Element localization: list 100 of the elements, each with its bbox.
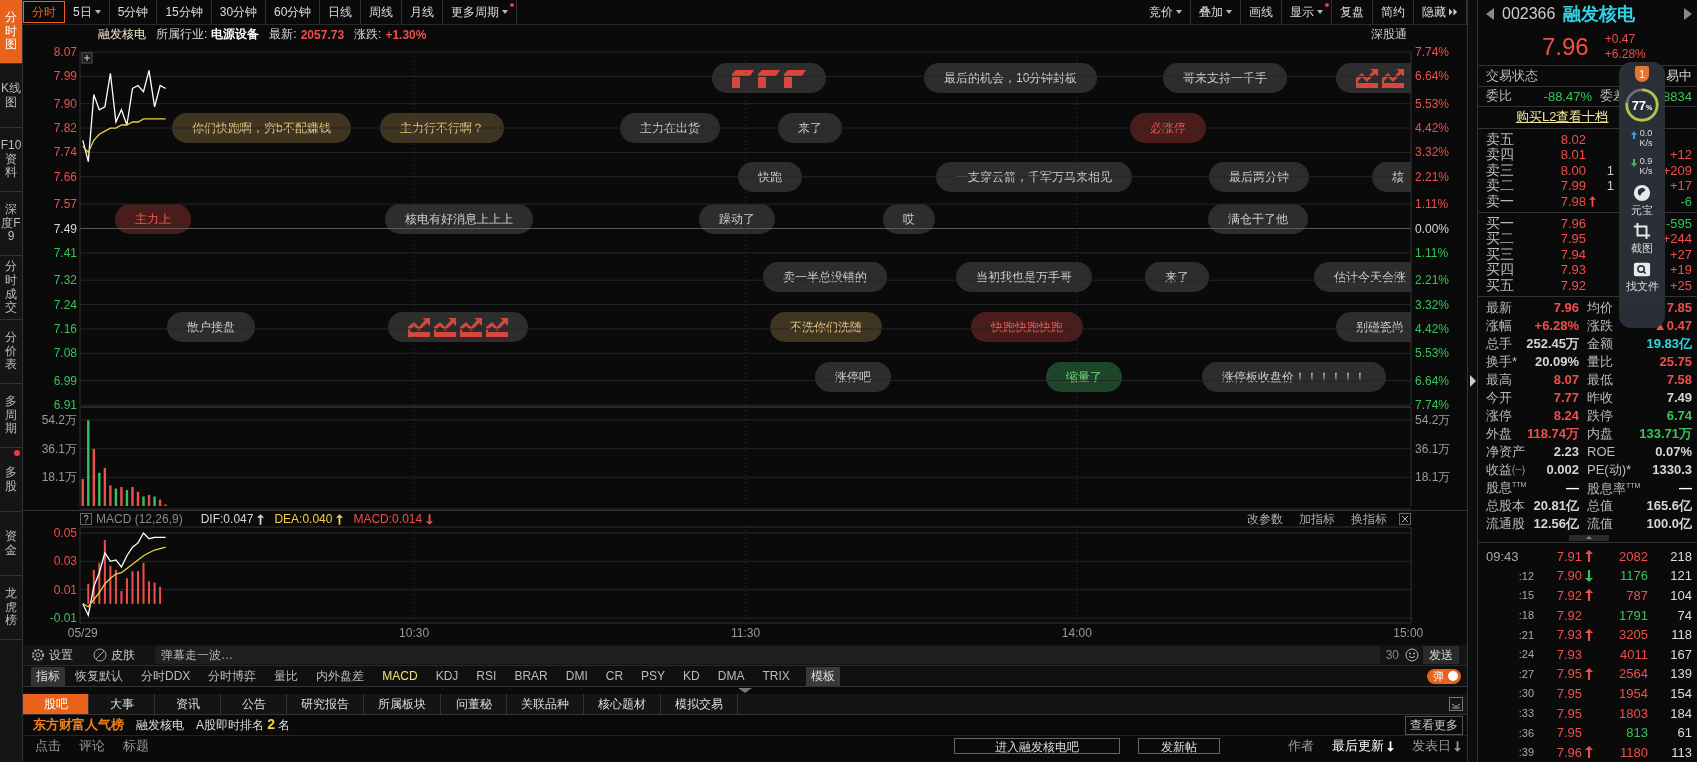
tick-price: 7.90 <box>1555 568 1582 584</box>
indicator-tab[interactable]: DMI <box>557 669 596 683</box>
period-tab[interactable]: 周线 <box>361 0 403 24</box>
period-tab[interactable]: 60分钟 <box>266 0 321 24</box>
tick-count: 167 <box>1669 646 1692 662</box>
news-tab[interactable]: 所属板块 <box>364 694 441 714</box>
caret-icon <box>1317 10 1323 14</box>
collapse-icon[interactable] <box>1569 534 1609 541</box>
toolbar-button[interactable]: 简约 <box>1373 0 1414 24</box>
side-tab[interactable]: 多周期 <box>0 384 22 448</box>
app-shortcut[interactable]: 截图 <box>1631 222 1653 256</box>
flag-icon <box>758 68 780 88</box>
axis-label: 7.99 <box>53 69 77 84</box>
close-icon[interactable] <box>1399 513 1411 525</box>
indicator-tab[interactable]: 内外盘差 <box>308 667 373 685</box>
period-tab[interactable]: 15分钟 <box>157 0 212 24</box>
side-tab[interactable]: F10资料 <box>0 128 22 192</box>
news-tab[interactable]: 问董秘 <box>441 694 507 714</box>
tick-count: 113 <box>1670 744 1692 760</box>
axis-label: 2.21% <box>1415 169 1450 184</box>
toolbar-button[interactable]: 竞价 <box>1141 0 1191 24</box>
indicator-tab[interactable]: CR <box>597 669 632 683</box>
tick-volume: 1791 <box>1618 607 1648 623</box>
tick-volume: 1803 <box>1618 705 1648 721</box>
comment-bubble: 必涨停 <box>1130 113 1206 143</box>
indicator-title: MACD (12,26,9) <box>96 512 183 526</box>
settings-button[interactable]: 设置 <box>31 646 73 664</box>
news-tab[interactable]: 模拟交易 <box>661 694 738 714</box>
side-tab[interactable]: 深度F9 <box>0 192 22 256</box>
news-tab[interactable]: 研究报告 <box>287 694 364 714</box>
danmaku-input[interactable]: 弹幕走一波… <box>155 646 1380 664</box>
help-button[interactable]: ? <box>80 513 92 525</box>
download-icon[interactable] <box>1449 697 1463 711</box>
indicator-tab[interactable]: 量比 <box>266 667 307 685</box>
field-label: 金额 <box>1587 334 1614 353</box>
field-value: 8.24 <box>1552 408 1579 424</box>
news-tab[interactable]: 大事 <box>89 694 155 714</box>
tick-time: :39 <box>1517 746 1534 759</box>
template-button[interactable]: 模板 <box>805 666 840 686</box>
indicator-tab[interactable]: PSY <box>633 669 674 683</box>
tick-time: :24 <box>1517 648 1534 661</box>
period-tab[interactable]: 5分钟 <box>109 0 158 24</box>
next-icon[interactable] <box>1684 8 1692 21</box>
indicator-tab[interactable]: 恢复默认 <box>67 667 131 685</box>
upgrade-link[interactable]: 购买L2查看十档 <box>1516 108 1609 127</box>
settings-icon <box>31 648 45 662</box>
side-tab[interactable]: K线图 <box>0 64 22 128</box>
period-tab[interactable]: 30分钟 <box>211 0 267 24</box>
indicator-tab[interactable]: DMA <box>709 669 753 683</box>
toolbar-button[interactable]: 显示 <box>1282 0 1332 24</box>
level-price: 7.96 <box>1559 216 1586 232</box>
tick-price: 7.95 <box>1555 685 1582 701</box>
sort-button[interactable]: 发表日 <box>1412 737 1461 755</box>
period-tab[interactable]: 日线 <box>320 0 362 24</box>
side-tab[interactable]: 多股 <box>0 448 22 512</box>
side-tab[interactable]: 龙虎榜 <box>0 576 22 640</box>
sort-button[interactable]: 最后更新 <box>1332 737 1394 755</box>
news-tab[interactable]: 公告 <box>221 694 287 714</box>
app-shortcut[interactable]: 找文件 <box>1625 260 1659 294</box>
indicator-action[interactable]: 加指标 <box>1299 510 1335 528</box>
period-tab[interactable]: 月线 <box>402 0 444 24</box>
stock-name: 融发核电 <box>136 716 184 734</box>
info-value: 2057.73 <box>300 27 345 42</box>
axis-label: 7.74% <box>1415 45 1450 59</box>
side-tab[interactable]: 资金 <box>0 512 22 576</box>
indicator-tab[interactable]: 分时博弈 <box>200 667 265 685</box>
toolbar-button[interactable]: 画线 <box>1241 0 1282 24</box>
period-tab[interactable]: 分时 <box>23 1 65 23</box>
send-button[interactable]: 发送 <box>1423 646 1459 664</box>
period-tab[interactable]: 5日 <box>65 0 110 24</box>
toolbar-button[interactable]: 复盘 <box>1332 0 1373 24</box>
field-label: 委差 <box>1600 87 1626 106</box>
indicator-action[interactable]: 改参数 <box>1247 510 1283 528</box>
level-label: 买三 <box>1486 246 1515 262</box>
skin-button[interactable]: 皮肤 <box>93 646 135 664</box>
smiley-icon[interactable] <box>1405 648 1419 662</box>
indicator-tab[interactable]: KD <box>675 669 708 683</box>
indicator-tab[interactable]: BRAR <box>506 669 556 683</box>
indicator-tab[interactable]: TRIX <box>754 669 798 683</box>
new-post-button[interactable]: 发新帖 <box>1138 738 1220 754</box>
previous-icon[interactable] <box>1486 8 1494 21</box>
axis-label: 18.1万 <box>41 470 77 485</box>
indicator-action[interactable]: 换指标 <box>1351 510 1387 528</box>
side-tab[interactable]: 分时成交 <box>0 256 22 320</box>
indicator-tab[interactable]: RSI <box>468 669 505 683</box>
level-label: 买二 <box>1486 231 1515 247</box>
news-tab[interactable]: 核心题材 <box>584 694 661 714</box>
period-tab[interactable]: 更多周期 <box>443 0 518 24</box>
side-tab[interactable]: 分价表 <box>0 320 22 384</box>
app-shortcut[interactable]: 元宝 <box>1631 184 1653 218</box>
news-tab[interactable]: 关联品种 <box>507 694 584 714</box>
indicator-tab[interactable]: 分时DDX <box>133 667 199 685</box>
news-tab[interactable]: 资讯 <box>155 694 221 714</box>
see-more-button[interactable]: 查看更多 <box>1405 715 1463 735</box>
indicator-tab[interactable]: MACD <box>374 669 426 683</box>
enter-forum-button[interactable]: 进入融发核电吧 <box>954 738 1120 754</box>
toolbar-button[interactable]: 叠加 <box>1191 0 1241 24</box>
field-value: 133.71万 <box>1638 424 1692 443</box>
expand-handle-icon[interactable] <box>1469 375 1476 387</box>
indicator-tab[interactable]: KDJ <box>427 669 467 683</box>
